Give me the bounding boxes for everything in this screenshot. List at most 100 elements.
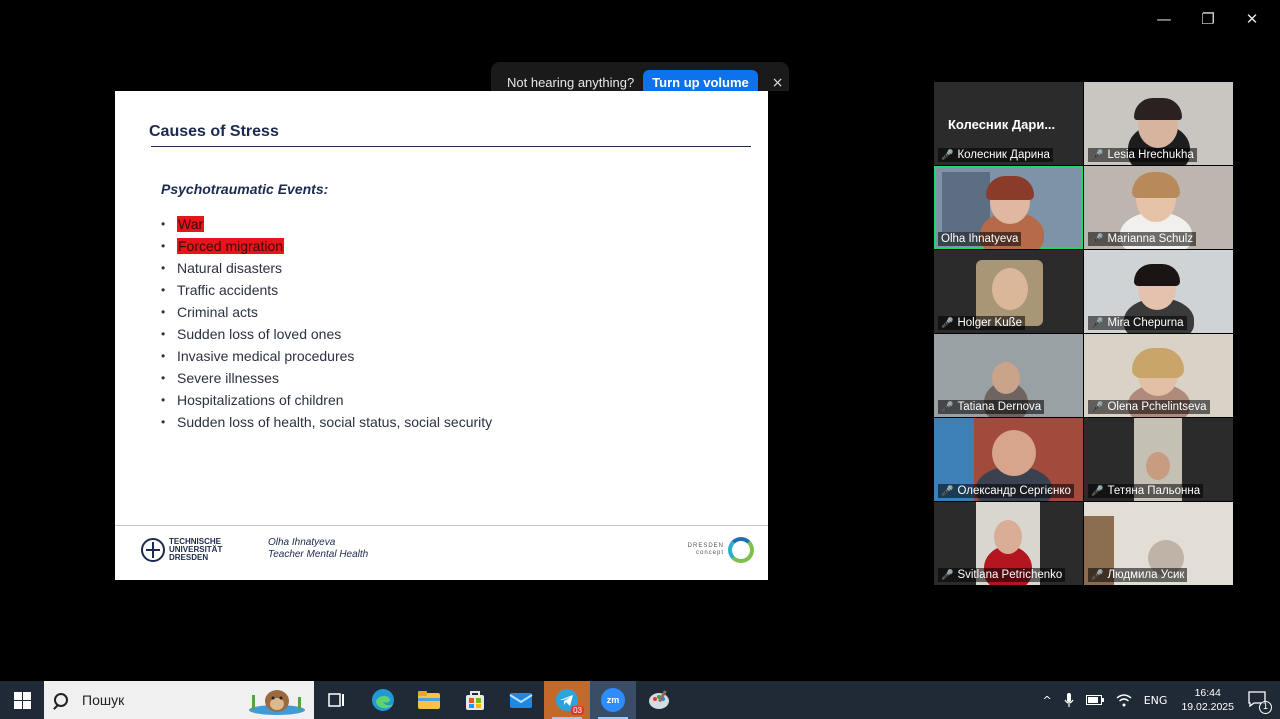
bullet-text: Criminal acts <box>177 304 258 320</box>
participant-name: Olena Pchelintseva <box>1107 401 1207 413</box>
input-language-indicator[interactable]: ENG <box>1144 694 1168 707</box>
bullet-text: Sudden loss of loved ones <box>177 326 342 342</box>
participant-tile[interactable]: 🎤 Tatiana Dernova <box>934 334 1083 417</box>
audio-notice-text: Not hearing anything? <box>507 75 635 90</box>
list-item: • Sudden loss of health, social status, s… <box>161 411 492 433</box>
participant-tile[interactable]: 🎤 Svitlana Petrichenko <box>934 502 1083 585</box>
list-item: • War <box>161 213 492 235</box>
tu-dresden-logo: TECHNISCHE UNIVERSITÄT DRESDEN <box>141 538 222 562</box>
zoom-button[interactable]: zm <box>590 681 636 719</box>
participant-label: Olha Ihnatyeva <box>938 232 1022 246</box>
minimize-icon: — <box>1156 10 1172 28</box>
participant-video <box>994 520 1022 554</box>
zoom-icon-label: zm <box>606 695 620 705</box>
file-explorer-button[interactable] <box>406 681 452 719</box>
list-item: • Criminal acts <box>161 301 492 323</box>
taskbar-clock[interactable]: 16:44 19.02.2025 <box>1181 686 1234 714</box>
edge-icon <box>372 689 394 711</box>
participant-tile[interactable]: 🎤 Marianna Schulz <box>1084 166 1233 249</box>
tu-dresden-logo-text: TECHNISCHE UNIVERSITÄT DRESDEN <box>169 538 222 562</box>
participant-gallery: Колесник Дари... 🎤 Колесник Дарина 🎤 Lesia… <box>934 82 1234 588</box>
participant-tile[interactable]: 🎤 Mira Chepurna <box>1084 250 1233 333</box>
participant-video <box>1132 348 1184 378</box>
participant-label: 🎤 Tatiana Dernova <box>938 400 1045 414</box>
author-name: Olha Ihnatyeva <box>268 537 336 548</box>
participant-tile[interactable]: 🎤 Olena Pchelintseva <box>1084 334 1233 417</box>
participant-label: 🎤 Олександр Сергієнко <box>938 484 1074 498</box>
participant-tile[interactable]: Колесник Дари... 🎤 Колесник Дарина <box>934 82 1083 165</box>
course-name: Teacher Mental Health <box>268 549 369 560</box>
list-item: • Hospitalizations of children <box>161 389 492 411</box>
participant-video <box>986 176 1034 200</box>
participant-label: 🎤 Тетяна Пальонна <box>1088 484 1204 498</box>
zoom-icon: zm <box>601 688 625 712</box>
participant-video <box>1146 452 1170 480</box>
bullet-icon: • <box>161 283 166 297</box>
mic-muted-icon: 🎤 <box>1091 485 1104 497</box>
wifi-icon[interactable] <box>1116 693 1132 707</box>
participant-name: Tatiana Dernova <box>957 401 1042 413</box>
participant-video <box>992 362 1020 394</box>
shared-screen: Causes of Stress Psychotraumatic Events:… <box>5 91 877 580</box>
close-notice-icon[interactable]: × <box>772 75 784 91</box>
tu-dresden-logo-icon <box>141 538 165 562</box>
show-hidden-icons-chevron-icon[interactable]: ^ <box>1043 694 1052 707</box>
participant-name: Marianna Schulz <box>1107 233 1194 245</box>
mail-button[interactable] <box>498 681 544 719</box>
paint-button[interactable] <box>636 681 682 719</box>
list-item: • Sudden loss of loved ones <box>161 323 492 345</box>
task-view-button[interactable] <box>314 681 360 719</box>
participant-label: 🎤 Mira Chepurna <box>1088 316 1187 330</box>
participant-video <box>1132 172 1180 198</box>
dresden-concept-logo: DRESDEN concept <box>688 537 754 563</box>
participant-video <box>1134 264 1180 286</box>
slide-title: Causes of Stress <box>149 123 279 140</box>
footer-divider <box>115 525 768 526</box>
start-button[interactable] <box>0 681 44 719</box>
list-item: • Natural disasters <box>161 257 492 279</box>
microsoft-store-button[interactable] <box>452 681 498 719</box>
clock-date: 19.02.2025 <box>1181 701 1234 713</box>
participant-tile[interactable]: 🎤 Lesia Hrechukha <box>1084 82 1233 165</box>
bullet-icon: • <box>161 349 166 363</box>
task-view-icon <box>328 693 344 707</box>
participant-tile[interactable]: 🎤 Людмила Усик <box>1084 502 1233 585</box>
bullet-list: • War • Forced migration • Natural disaster… <box>161 213 492 433</box>
battery-icon[interactable] <box>1085 695 1104 705</box>
notification-center-button[interactable]: 1 <box>1248 690 1272 714</box>
participant-name: Holger Kuße <box>957 317 1023 329</box>
mic-muted-icon: 🎤 <box>941 317 954 329</box>
maximize-button[interactable]: ❐ <box>1188 6 1228 32</box>
close-window-button[interactable]: ✕ <box>1232 6 1272 32</box>
logo-line: concept <box>695 550 724 556</box>
participant-label: 🎤 Lesia Hrechukha <box>1088 148 1197 162</box>
close-icon: ✕ <box>1245 10 1259 28</box>
participant-video <box>992 430 1036 476</box>
search-icon <box>54 693 68 707</box>
participant-label: 🎤 Olena Pchelintseva <box>1088 400 1210 414</box>
list-item: • Traffic accidents <box>161 279 492 301</box>
minimize-button[interactable]: — <box>1144 6 1184 32</box>
participant-tile[interactable]: 🎤 Holger Kuße <box>934 250 1083 333</box>
telegram-button[interactable]: 03 <box>544 681 590 719</box>
search-placeholder: Пошук <box>82 692 125 708</box>
mic-muted-icon: 🎤 <box>941 485 954 497</box>
edge-button[interactable] <box>360 681 406 719</box>
list-item: • Forced migration <box>161 235 492 257</box>
participant-name: Тетяна Пальонна <box>1107 485 1201 497</box>
system-tray: ^ ENG 16:44 19.02.2025 1 <box>1037 681 1280 719</box>
participant-tile[interactable]: 🎤 Тетяна Пальонна <box>1084 418 1233 501</box>
taskbar-search[interactable]: Пошук <box>44 681 314 719</box>
search-highlight-otter-icon <box>249 690 305 715</box>
bullet-icon: • <box>161 261 166 275</box>
logo-line: DRESDEN <box>169 553 209 562</box>
bullet-icon: • <box>161 239 166 253</box>
list-item: • Severe illnesses <box>161 367 492 389</box>
mic-muted-icon: 🎤 <box>1091 149 1104 161</box>
telegram-badge: 03 <box>571 706 584 715</box>
bullet-icon: • <box>161 415 166 429</box>
participant-tile-active-speaker[interactable]: Olha Ihnatyeva <box>934 166 1083 249</box>
bullet-text: Traffic accidents <box>177 282 279 298</box>
participant-tile[interactable]: 🎤 Олександр Сергієнко <box>934 418 1083 501</box>
microphone-icon[interactable] <box>1064 692 1074 708</box>
